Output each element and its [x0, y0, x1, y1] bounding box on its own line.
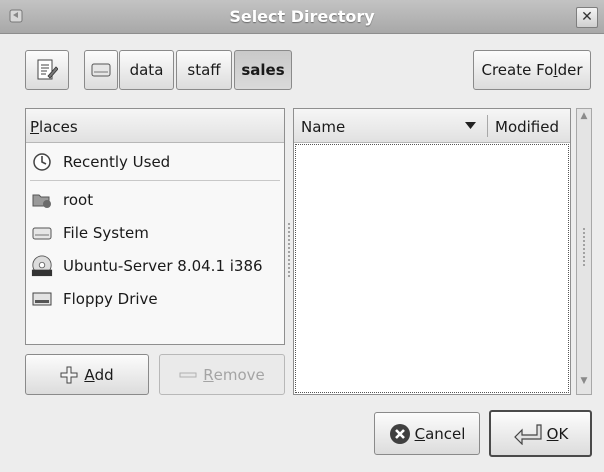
remove-icon [179, 372, 197, 377]
ok-button[interactable]: OK [489, 410, 592, 457]
place-label: root [63, 190, 94, 209]
pane-resize-grip[interactable] [287, 222, 291, 278]
file-list-header: Name Modified [294, 109, 570, 143]
place-ubuntu-server-cdrom[interactable]: Ubuntu-Server 8.04.1 i386 [26, 249, 284, 282]
column-name[interactable]: Name [301, 118, 345, 136]
place-label: Floppy Drive [63, 289, 158, 308]
places-panel[interactable]: Places Recently Used root File System Ub… [25, 108, 285, 345]
file-list-scrollbar[interactable]: ▲ ▼ [576, 108, 592, 395]
add-icon [60, 366, 78, 383]
places-header[interactable]: Places [26, 109, 284, 143]
drive-icon [91, 63, 111, 77]
place-file-system[interactable]: File System [26, 216, 284, 249]
sort-descending-icon[interactable] [465, 122, 476, 129]
ok-icon [513, 423, 542, 445]
scroll-down-arrow[interactable]: ▼ [577, 376, 591, 392]
window-title: Select Directory [229, 7, 375, 26]
cancel-button[interactable]: Cancel [374, 412, 480, 455]
cancel-icon [389, 423, 410, 444]
create-folder-label-post: der [557, 61, 583, 79]
add-mnemonic: A [84, 365, 95, 384]
create-folder-button[interactable]: Create Fo l der [473, 50, 591, 90]
path-segment-data[interactable]: data [119, 50, 174, 90]
home-folder-icon [31, 189, 53, 211]
cancel-label: ancel [425, 424, 466, 443]
ok-label: K [558, 424, 569, 443]
drive-icon [31, 222, 53, 244]
remove-label: emove [213, 365, 265, 384]
path-root-button[interactable] [84, 50, 118, 90]
places-header-mnemonic: P [30, 118, 40, 136]
column-modified[interactable]: Modified [495, 118, 559, 136]
file-list[interactable]: Name Modified [293, 108, 571, 395]
close-button[interactable]: ✕ [576, 7, 598, 28]
recent-icon [31, 151, 53, 173]
create-folder-label-pre: Create Fo [481, 61, 554, 79]
add-label: dd [94, 365, 114, 384]
floppy-icon [31, 288, 53, 310]
path-segment-staff[interactable]: staff [176, 50, 232, 90]
column-divider [487, 115, 488, 137]
file-list-view[interactable] [295, 144, 569, 393]
remove-button[interactable]: Remove [159, 354, 285, 395]
places-separator [30, 180, 280, 181]
scroll-up-arrow[interactable]: ▲ [577, 111, 591, 127]
ok-mnemonic: O [546, 424, 559, 443]
place-label: Ubuntu-Server 8.04.1 i386 [63, 256, 263, 275]
place-recently-used[interactable]: Recently Used [26, 145, 284, 178]
place-label: Recently Used [63, 152, 171, 171]
title-bar: Select Directory ✕ [0, 0, 604, 34]
scrollbar-grip [582, 227, 586, 267]
add-button[interactable]: Add [25, 354, 149, 395]
place-root[interactable]: root [26, 183, 284, 216]
remove-mnemonic: R [203, 365, 214, 384]
place-label: File System [63, 223, 149, 242]
cancel-mnemonic: C [414, 424, 426, 443]
cdrom-icon [31, 254, 53, 277]
path-segment-sales[interactable]: sales [234, 50, 292, 90]
edit-location-button[interactable] [25, 50, 69, 90]
places-header-label: laces [39, 118, 78, 136]
place-floppy-drive[interactable]: Floppy Drive [26, 282, 284, 315]
edit-location-icon [37, 59, 58, 80]
